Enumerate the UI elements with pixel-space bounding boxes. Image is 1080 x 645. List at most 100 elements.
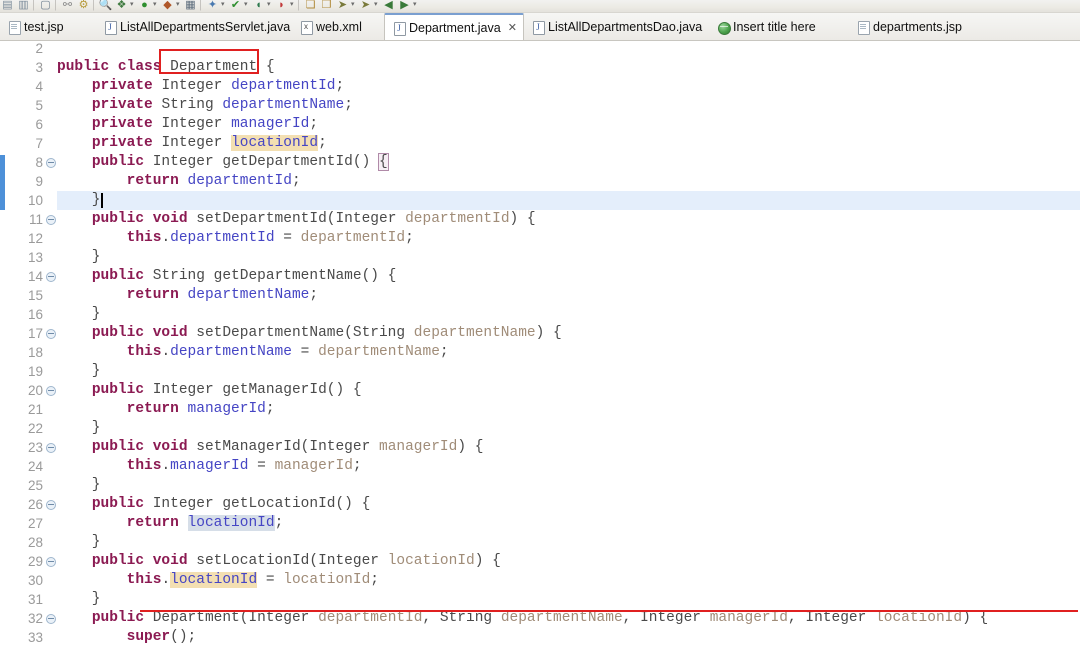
code-line[interactable]: public Integer getManagerId() { — [57, 381, 1080, 400]
code-fold-toggle-icon[interactable] — [46, 557, 56, 567]
dropdown-arrow-icon[interactable]: ▾ — [374, 0, 381, 12]
profile-icon[interactable]: ◖ — [251, 0, 266, 12]
code-line[interactable]: return departmentName; — [57, 286, 1080, 305]
dropdown-arrow-icon[interactable]: ▾ — [176, 0, 183, 12]
code-fold-toggle-icon[interactable] — [46, 386, 56, 396]
debug-icon[interactable]: ❖ — [114, 0, 129, 12]
save-icon[interactable]: ▤ — [0, 0, 15, 12]
code-fold-toggle-icon[interactable] — [46, 158, 56, 168]
code-token: managerId — [274, 458, 353, 474]
code-line[interactable]: public void setLocationId(Integer locati… — [57, 552, 1080, 571]
code-fold-toggle-icon[interactable] — [46, 215, 56, 225]
code-fold-toggle-icon[interactable] — [46, 443, 56, 453]
validate-icon[interactable]: ✔ — [228, 0, 243, 12]
code-line[interactable]: } — [57, 476, 1080, 495]
code-token: . — [161, 230, 171, 246]
line-number: 17 — [5, 324, 57, 343]
code-line[interactable]: super(); — [57, 628, 1080, 645]
code-line[interactable]: public Integer getDepartmentId() { — [57, 153, 1080, 172]
dropdown-arrow-icon[interactable]: ▾ — [351, 0, 358, 12]
dropdown-arrow-icon[interactable]: ▾ — [413, 0, 420, 12]
code-line[interactable]: } — [57, 362, 1080, 381]
editor-tab-web-xml[interactable]: web.xml — [292, 13, 384, 40]
save-all-icon[interactable]: ▥ — [16, 0, 31, 12]
code-line[interactable]: } — [57, 191, 1080, 210]
code-line[interactable]: this.managerId = managerId; — [57, 457, 1080, 476]
editor-tab-test-jsp[interactable]: test.jsp — [0, 13, 96, 40]
dropdown-arrow-icon[interactable]: ▾ — [221, 0, 228, 12]
search-icon[interactable]: 🔍 — [98, 0, 113, 12]
code-line[interactable]: } — [57, 305, 1080, 324]
code-token: } — [57, 363, 101, 379]
server-icon[interactable]: ▦ — [183, 0, 198, 12]
code-fold-toggle-icon[interactable] — [46, 329, 56, 339]
code-line[interactable]: public void setDepartmentName(String dep… — [57, 324, 1080, 343]
code-line[interactable]: } — [57, 590, 1080, 609]
code-fold-toggle-icon[interactable] — [46, 500, 56, 510]
code-line[interactable]: private String departmentName; — [57, 96, 1080, 115]
line-number-gutter[interactable]: 2 3 4 5 6 7 8 9 10 11 12 13 14 15 16 17 18 19 20 21 22 23 24 25… — [5, 41, 57, 645]
stop-icon[interactable]: ◗ — [274, 0, 289, 12]
print-icon[interactable]: ▢ — [38, 0, 53, 12]
next-annotation-icon[interactable]: ➤ — [335, 0, 350, 12]
run-icon[interactable]: ● — [137, 0, 152, 12]
editor-tab-department-java[interactable]: Department.java ✕ — [384, 13, 524, 40]
code-line[interactable] — [57, 41, 1080, 58]
link-icon[interactable]: ⚯ — [60, 0, 75, 12]
code-line[interactable]: this.locationId = locationId; — [57, 571, 1080, 590]
dropdown-arrow-icon[interactable]: ▾ — [290, 0, 297, 12]
code-line[interactable]: public class Department { — [57, 58, 1080, 77]
code-line[interactable]: private Integer departmentId; — [57, 77, 1080, 96]
code-line[interactable]: public void setDepartmentId(Integer depa… — [57, 210, 1080, 229]
code-token: ; — [439, 344, 449, 360]
code-line[interactable]: public Integer getLocationId() { — [57, 495, 1080, 514]
open-resource-icon[interactable]: ❐ — [319, 0, 334, 12]
code-editor[interactable]: 2 3 4 5 6 7 8 9 10 11 12 13 14 15 16 17 18 19 20 21 22 23 24 25… — [0, 41, 1080, 645]
dropdown-arrow-icon[interactable]: ▾ — [130, 0, 137, 12]
line-number: 21 — [27, 402, 43, 417]
dropdown-arrow-icon[interactable]: ▾ — [244, 0, 251, 12]
dropdown-arrow-icon[interactable]: ▾ — [267, 0, 274, 12]
editor-tab-departments-jsp[interactable]: departments.jsp — [849, 13, 979, 40]
code-token: private — [91, 116, 153, 132]
code-line[interactable]: this.departmentName = departmentName; — [57, 343, 1080, 362]
code-line[interactable]: this.departmentId = departmentId; — [57, 229, 1080, 248]
code-token: Integer — [640, 610, 701, 626]
code-token: } — [57, 306, 101, 322]
code-line[interactable]: } — [57, 248, 1080, 267]
code-text-area[interactable]: public class Department { private Intege… — [57, 41, 1080, 645]
code-line[interactable]: private Integer managerId; — [57, 115, 1080, 134]
editor-tab-insert-title-here[interactable]: Insert title here — [709, 13, 849, 40]
code-line[interactable]: } — [57, 533, 1080, 552]
code-line[interactable]: return managerId; — [57, 400, 1080, 419]
code-line[interactable]: return departmentId; — [57, 172, 1080, 191]
code-line[interactable]: public void setManagerId(Integer manager… — [57, 438, 1080, 457]
prev-annotation-icon[interactable]: ➤ — [358, 0, 373, 12]
editor-tab-listalldepartmentsdao-java[interactable]: ListAllDepartmentsDao.java — [524, 13, 709, 40]
back-icon[interactable]: ◀ — [381, 0, 396, 12]
code-line[interactable]: return locationId; — [57, 514, 1080, 533]
code-fold-toggle-icon[interactable] — [46, 614, 56, 624]
dropdown-arrow-icon[interactable]: ▾ — [153, 0, 160, 12]
code-token: } — [57, 591, 101, 607]
editor-tab-listalldepartmentsservlet-java[interactable]: ListAllDepartmentsServlet.java — [96, 13, 292, 40]
code-fold-toggle-icon[interactable] — [46, 272, 56, 282]
tab-close-icon[interactable]: ✕ — [508, 21, 517, 34]
code-line[interactable]: } — [57, 419, 1080, 438]
text-caret — [101, 193, 103, 208]
refactor-icon[interactable]: ⚙ — [76, 0, 91, 12]
open-type-icon[interactable]: ❏ — [303, 0, 318, 12]
forward-icon[interactable]: ▶ — [397, 0, 412, 12]
coverage-icon[interactable]: ◆ — [160, 0, 175, 12]
line-number: 27 — [27, 516, 43, 531]
new-wizard-icon[interactable]: ✦ — [205, 0, 220, 12]
globe-icon — [717, 20, 731, 35]
code-token: return — [126, 173, 179, 189]
code-line[interactable]: private Integer locationId; — [57, 134, 1080, 153]
code-line[interactable]: public String getDepartmentName() { — [57, 267, 1080, 286]
